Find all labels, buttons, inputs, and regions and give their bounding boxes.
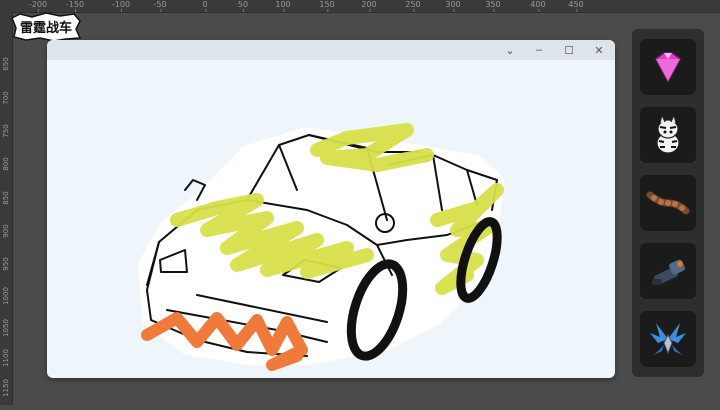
gem-icon — [655, 52, 681, 83]
ruler-tick: 400 — [530, 0, 546, 12]
game-logo-art: 雷霆战车 — [11, 12, 82, 42]
item-panel — [632, 29, 704, 377]
ruler-tick: 450 — [568, 0, 584, 12]
chevron-down-icon: ⌄ — [505, 44, 515, 57]
game-logo-text: 雷霆战车 — [20, 20, 72, 36]
game-logo: 雷霆战车 — [10, 12, 82, 42]
minimize-icon: – — [535, 44, 543, 56]
item-slot-cannon[interactable] — [640, 243, 696, 299]
minimize-button[interactable]: – — [527, 42, 551, 58]
car-drawing — [138, 123, 504, 371]
dropdown-button[interactable]: ⌄ — [498, 42, 522, 58]
ruler-tick: 200 — [361, 0, 377, 12]
ruler-tick: 300 — [445, 0, 461, 12]
ruler-tick: -200 — [28, 0, 48, 12]
cannon-icon — [652, 259, 685, 285]
ruler-tick: -100 — [111, 0, 131, 12]
ruler-left: 650 700 750 800 850 900 950 1000 1050 11… — [0, 12, 13, 405]
zebra-mascot-icon — [656, 113, 680, 154]
spiked-chain-icon — [646, 191, 690, 215]
drawing-canvas[interactable] — [47, 60, 615, 378]
maximize-button[interactable]: ☐ — [557, 42, 581, 58]
item-slot-zebra[interactable] — [640, 107, 696, 163]
ruler-tick: 1150 — [2, 379, 10, 397]
drawing-window: ⌄ – ☐ ✕ — [47, 40, 615, 378]
item-slot-gem[interactable] — [640, 39, 696, 95]
ruler-tick: -50 — [153, 0, 167, 12]
close-button[interactable]: ✕ — [587, 42, 611, 58]
item-slot-chain[interactable] — [640, 175, 696, 231]
window-titlebar[interactable]: ⌄ – ☐ ✕ — [47, 40, 615, 60]
item-slot-mech[interactable] — [640, 311, 696, 367]
ruler-tick: -150 — [65, 0, 85, 12]
close-icon: ✕ — [594, 44, 604, 57]
ruler-top: -200 -150 -100 -50 0 50 100 150 200 250 … — [0, 0, 720, 13]
ruler-tick: 100 — [275, 0, 291, 12]
maximize-icon: ☐ — [564, 44, 574, 57]
ruler-tick: 150 — [319, 0, 335, 12]
ruler-tick: 250 — [405, 0, 421, 12]
ruler-tick: 50 — [237, 0, 249, 12]
ruler-tick: 350 — [485, 0, 501, 12]
car-sticker-outline — [138, 127, 504, 365]
mech-wings-icon — [650, 323, 686, 355]
ruler-tick: 0 — [202, 0, 208, 12]
